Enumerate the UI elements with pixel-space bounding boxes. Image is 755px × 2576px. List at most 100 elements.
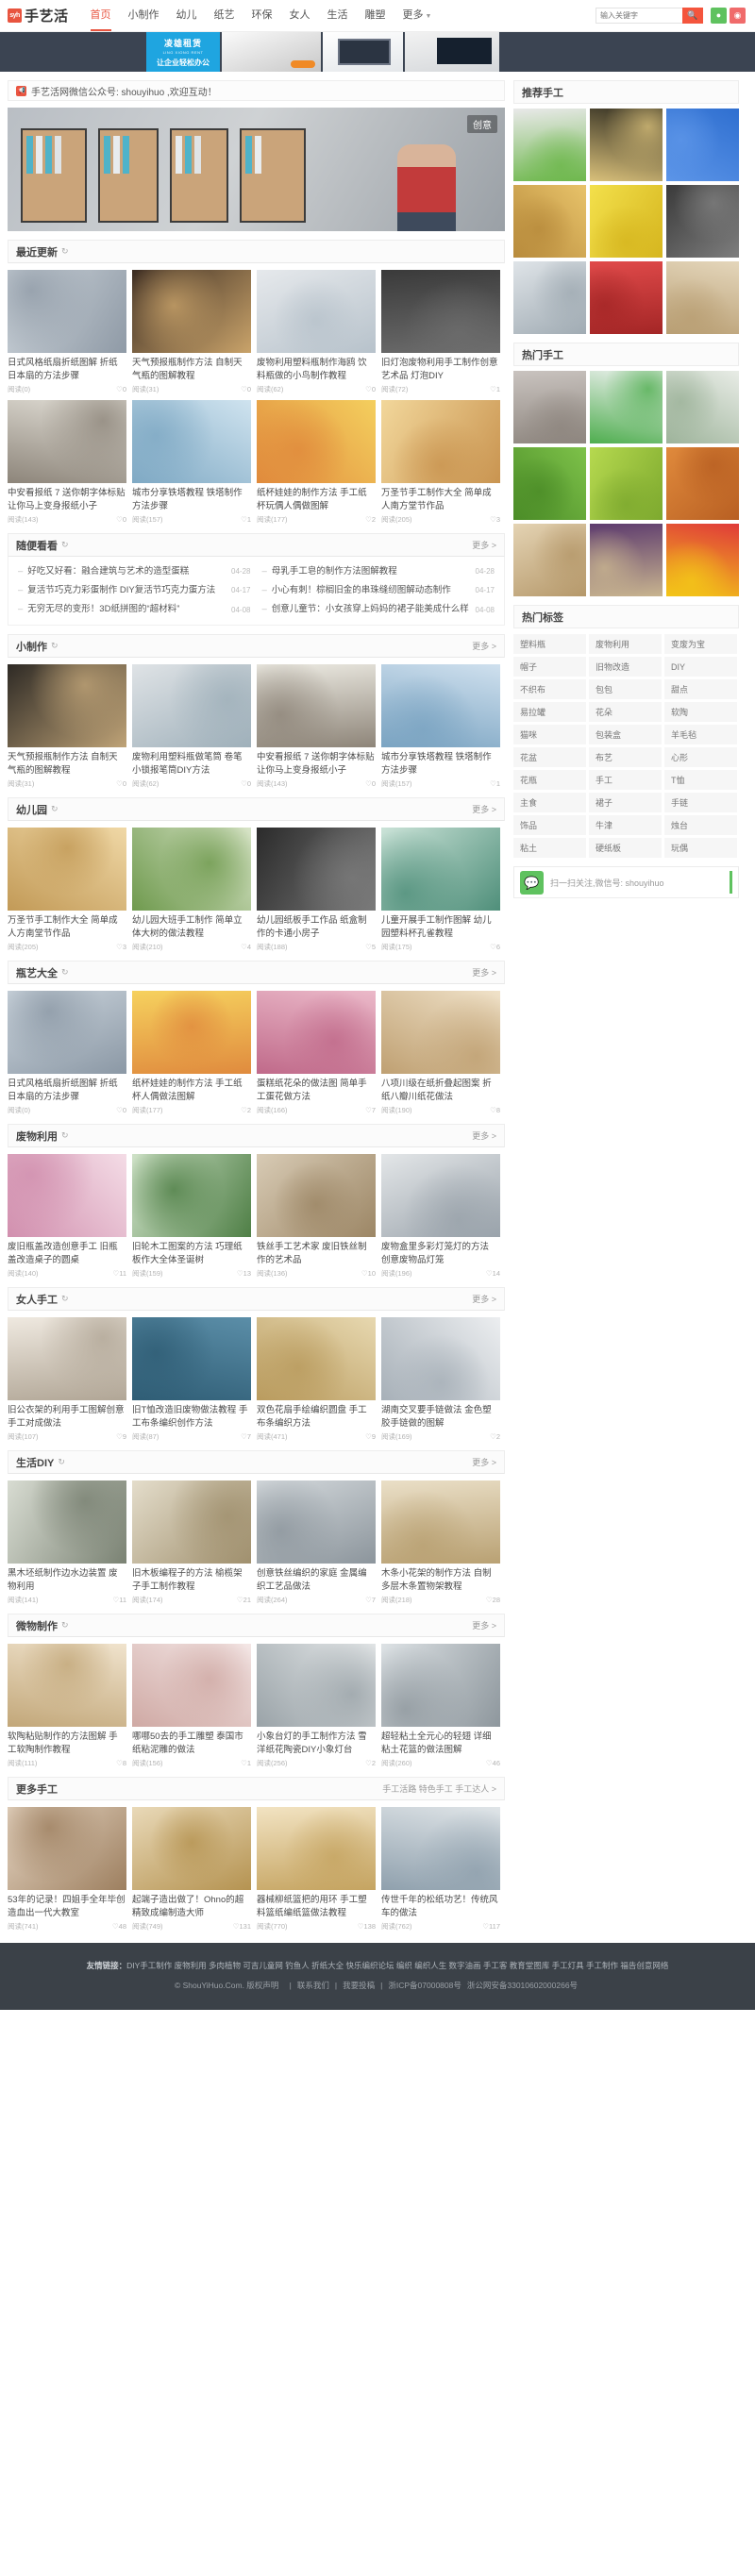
tag-link[interactable]: 烛台 bbox=[664, 815, 737, 835]
recommended-thumb[interactable] bbox=[590, 261, 663, 334]
card-title[interactable]: 儿童开展手工制作图解 幼儿园塑料杯孔雀教程 bbox=[381, 914, 500, 940]
card-title[interactable]: 旧T恤改造旧废物做法教程 手工布条编织创作方法 bbox=[132, 1404, 251, 1430]
card-thumbnail[interactable] bbox=[257, 664, 376, 748]
article-card[interactable]: 起端子造出做了！Ohno的超 精致成编制造大师阅读(749) 131 bbox=[132, 1807, 251, 1932]
article-card[interactable]: 天气预报瓶制作方法 自制天气瓶的图解教程阅读(31) 0 bbox=[8, 664, 126, 789]
recommended-thumb[interactable] bbox=[666, 261, 739, 334]
weibo-icon[interactable]: ◉ bbox=[730, 8, 746, 24]
hot-thumb[interactable] bbox=[590, 447, 663, 520]
site-logo[interactable]: syh 手艺活 bbox=[8, 6, 69, 25]
list-item[interactable]: – 母乳手工皂的制作方法图解教程 04-28 bbox=[257, 562, 501, 581]
nav-item-6[interactable]: 生活 bbox=[319, 0, 357, 31]
article-card[interactable]: 铁丝手工艺术家 废旧铁丝制作的艺术品阅读(136) 10 bbox=[257, 1154, 376, 1279]
tag-link[interactable]: 羊毛毡 bbox=[664, 725, 737, 744]
article-card[interactable]: 日式风格纸扇折纸图解 折纸日本扇的方法步骤阅读(0) 0 bbox=[8, 270, 126, 394]
nav-item-5[interactable]: 女人 bbox=[281, 0, 319, 31]
article-card[interactable]: 木条小花架的制作方法 自制多层木条置物架教程阅读(218) 28 bbox=[381, 1480, 500, 1605]
card-title[interactable]: 万圣节手工制作大全 简单成人方南堂节作品 bbox=[8, 914, 126, 940]
article-card[interactable]: 旧灯泡废物利用手工制作创意艺术品 灯泡DIY 阅读(72) 1 bbox=[381, 270, 500, 394]
card-title[interactable]: 传世千年的松纸功艺！传统风车的做法 bbox=[381, 1894, 500, 1919]
recommended-thumb[interactable] bbox=[590, 185, 663, 258]
card-thumbnail[interactable] bbox=[132, 1480, 251, 1564]
wechat-follow-box[interactable]: 💬 扫一扫关注,微信号: shouyihuo bbox=[513, 866, 739, 898]
card-thumbnail[interactable] bbox=[132, 270, 251, 353]
tag-link[interactable]: 包包 bbox=[589, 679, 662, 699]
section-more-link[interactable]: 更多 > bbox=[472, 1456, 496, 1468]
card-thumbnail[interactable] bbox=[257, 1807, 376, 1891]
card-thumbnail[interactable] bbox=[257, 400, 376, 483]
recommended-thumb[interactable] bbox=[513, 261, 586, 334]
section-more-link[interactable]: 手工活路 特色手工 手工达人 > bbox=[382, 1782, 496, 1795]
nav-item-0[interactable]: 首页 bbox=[82, 0, 120, 31]
refresh-icon[interactable]: ↻ bbox=[61, 540, 69, 550]
refresh-icon[interactable]: ↻ bbox=[51, 804, 59, 814]
section-more-link[interactable]: 更多 > bbox=[472, 640, 496, 652]
section-more-link[interactable]: 更多 > bbox=[472, 1293, 496, 1305]
article-card[interactable]: 双色花扇手绘编织圆盘 手工布条编织方法阅读(471) 9 bbox=[257, 1317, 376, 1442]
hot-thumb[interactable] bbox=[513, 524, 586, 596]
card-thumbnail[interactable] bbox=[132, 828, 251, 912]
ad-monitor-image[interactable] bbox=[323, 32, 403, 72]
article-card[interactable]: 哪哪50去的手工雕塑 泰国市纸粘泥雕的做法阅读(156) 1 bbox=[132, 1644, 251, 1768]
article-card[interactable]: 创意铁丝编织的家庭 金属编织工艺品做法阅读(264) 7 bbox=[257, 1480, 376, 1605]
recommended-thumb[interactable] bbox=[513, 109, 586, 181]
card-thumbnail[interactable] bbox=[381, 828, 500, 912]
list-item-title[interactable]: 复活节巧克力彩蛋制作 DIY复活节巧克力蛋方法 bbox=[27, 583, 226, 598]
card-title[interactable]: 旧公衣架的利用手工图解创意 手工对成做法 bbox=[8, 1404, 126, 1430]
refresh-icon[interactable]: ↻ bbox=[61, 1294, 69, 1304]
card-title[interactable]: 天气预报瓶制作方法 自制天气瓶的图解教程 bbox=[8, 751, 126, 777]
card-title[interactable]: 中安看报纸 7 送你朝字体标贴让你马上变身报纸小子 bbox=[257, 751, 376, 777]
card-thumbnail[interactable] bbox=[132, 1154, 251, 1238]
card-thumbnail[interactable] bbox=[257, 1317, 376, 1401]
search-input[interactable] bbox=[596, 8, 682, 24]
tag-link[interactable]: 花朵 bbox=[589, 702, 662, 722]
card-thumbnail[interactable] bbox=[8, 1317, 126, 1401]
list-item[interactable]: – 好吃又好看：融合建筑与艺术的造型蛋糕 04-28 bbox=[12, 562, 257, 581]
card-title[interactable]: 日式风格纸扇折纸图解 折纸日本扇的方法步骤 bbox=[8, 1078, 126, 1103]
card-thumbnail[interactable] bbox=[132, 664, 251, 748]
section-more-link[interactable]: 更多 > bbox=[472, 539, 496, 551]
card-title[interactable]: 木条小花架的制作方法 自制多层木条置物架教程 bbox=[381, 1567, 500, 1593]
card-thumbnail[interactable] bbox=[257, 1480, 376, 1564]
card-thumbnail[interactable] bbox=[8, 1644, 126, 1728]
hot-thumb[interactable] bbox=[513, 371, 586, 443]
article-card[interactable]: 日式风格纸扇折纸图解 折纸日本扇的方法步骤阅读(0) 0 bbox=[8, 991, 126, 1115]
article-card[interactable]: 城市分享铁塔教程 铁塔制作方法步骤阅读(157) 1 bbox=[132, 400, 251, 525]
article-card[interactable]: 废物利用塑料瓶制作海鸥 饮料瓶做的小鸟制作教程阅读(62) 0 bbox=[257, 270, 376, 394]
tag-link[interactable]: DIY bbox=[664, 657, 737, 677]
nav-item-2[interactable]: 幼儿 bbox=[168, 0, 206, 31]
list-item[interactable]: – 无穷无尽的变形！3D纸拼图的“超材料” 04-08 bbox=[12, 600, 257, 619]
hot-thumb[interactable] bbox=[590, 524, 663, 596]
tag-link[interactable]: 玩偶 bbox=[664, 838, 737, 858]
card-thumbnail[interactable] bbox=[8, 991, 126, 1075]
card-thumbnail[interactable] bbox=[381, 991, 500, 1075]
list-item-title[interactable]: 母乳手工皂的制作方法图解教程 bbox=[272, 564, 471, 579]
ad-brand-cell[interactable]: 凌雄租赁 LING XIONG RENT 让企业轻松办公 bbox=[146, 32, 220, 72]
recommended-thumb[interactable] bbox=[666, 109, 739, 181]
card-title[interactable]: 创意铁丝编织的家庭 金属编织工艺品做法 bbox=[257, 1567, 376, 1593]
card-title[interactable]: 黑木坯纸制作边水边装置 废物利用 bbox=[8, 1567, 126, 1593]
card-thumbnail[interactable] bbox=[381, 1807, 500, 1891]
list-item-title[interactable]: 好吃又好看：融合建筑与艺术的造型蛋糕 bbox=[27, 564, 226, 579]
card-title[interactable]: 城市分享铁塔教程 铁塔制作方法步骤 bbox=[381, 751, 500, 777]
section-more-link[interactable]: 更多 > bbox=[472, 966, 496, 979]
card-title[interactable]: 旧轮木工图案的方法 巧理纸板作大全体圣诞树 bbox=[132, 1241, 251, 1266]
card-title[interactable]: 废物利用塑料瓶制作海鸥 饮料瓶做的小鸟制作教程 bbox=[257, 357, 376, 382]
nav-item-1[interactable]: 小制作 bbox=[120, 0, 168, 31]
card-title[interactable]: 八项川级在纸折叠起图案 折纸八瓣川纸花做法 bbox=[381, 1078, 500, 1103]
tag-link[interactable]: 废物利用 bbox=[589, 634, 662, 654]
article-card[interactable]: 旧公衣架的利用手工图解创意 手工对成做法阅读(107) 9 bbox=[8, 1317, 126, 1442]
card-thumbnail[interactable] bbox=[8, 270, 126, 353]
announcement-bar[interactable]: 📢 手艺活网微信公众号: shouyihuo ,欢迎互动！ bbox=[8, 80, 505, 101]
section-more-link[interactable]: 更多 > bbox=[472, 1129, 496, 1142]
card-title[interactable]: 铁丝手工艺术家 废旧铁丝制作的艺术品 bbox=[257, 1241, 376, 1266]
card-title[interactable]: 旧灯泡废物利用手工制作创意艺术品 灯泡DIY bbox=[381, 357, 500, 382]
tag-link[interactable]: 甜点 bbox=[664, 679, 737, 699]
hot-thumb[interactable] bbox=[666, 371, 739, 443]
card-thumbnail[interactable] bbox=[132, 1317, 251, 1401]
article-card[interactable]: 万圣节手工制作大全 简单成人南方堂节作品阅读(205) 3 bbox=[381, 400, 500, 525]
tag-link[interactable]: 不织布 bbox=[513, 679, 586, 699]
list-item-title[interactable]: 创意儿童节：小女孩穿上妈妈的裙子能美成什么样 bbox=[272, 602, 471, 617]
list-item[interactable]: – 创意儿童节：小女孩穿上妈妈的裙子能美成什么样 04-08 bbox=[257, 600, 501, 619]
nav-item-8[interactable]: 更多 ▼ bbox=[394, 0, 441, 32]
